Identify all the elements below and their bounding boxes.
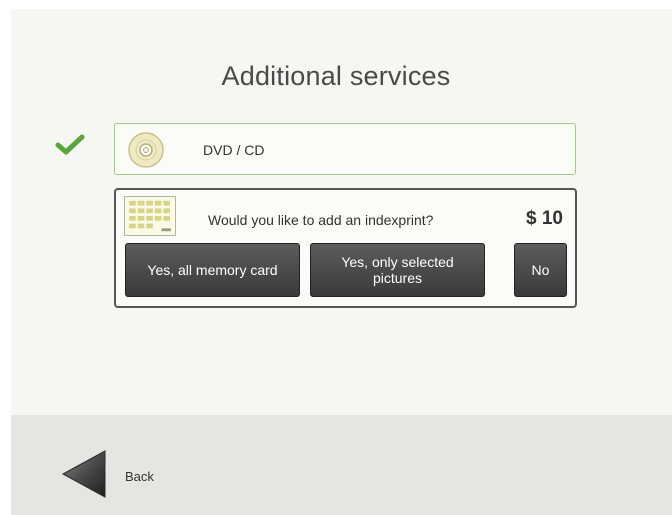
back-button[interactable]: Back — [125, 469, 154, 484]
footer-bar: Back — [11, 415, 672, 515]
yes-all-memory-card-label: Yes, all memory card — [147, 262, 278, 278]
indexprint-panel: Would you like to add an indexprint? $ 1… — [114, 188, 577, 308]
no-label: No — [531, 262, 550, 278]
check-icon — [55, 134, 85, 155]
dvd-cd-label: DVD / CD — [203, 142, 265, 158]
yes-selected-pictures-label: Yes, only selected pictures — [341, 254, 454, 286]
yes-selected-pictures-button[interactable]: Yes, only selected pictures — [310, 243, 485, 297]
disc-icon — [128, 132, 164, 168]
yes-all-memory-card-button[interactable]: Yes, all memory card — [125, 243, 300, 297]
back-arrow-icon[interactable] — [61, 449, 107, 499]
indexprint-price: $ 10 — [526, 208, 563, 229]
dvd-cd-option[interactable]: DVD / CD — [114, 123, 576, 175]
main-panel: Additional services DVD / CD Would you l… — [11, 9, 672, 415]
indexprint-question: Would you like to add an indexprint? — [208, 212, 434, 228]
no-button[interactable]: No — [514, 243, 567, 297]
kiosk-screen: Additional services DVD / CD Would you l… — [11, 9, 672, 515]
indexprint-thumbnail-icon — [124, 196, 176, 236]
page-title: Additional services — [221, 61, 451, 91]
